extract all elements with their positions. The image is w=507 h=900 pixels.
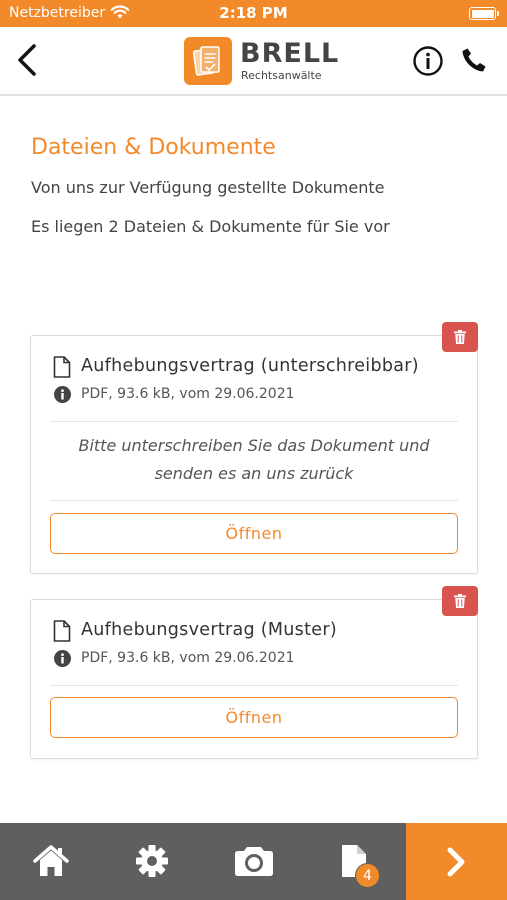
info-icon bbox=[54, 650, 71, 667]
camera-icon bbox=[235, 847, 273, 876]
next-button[interactable] bbox=[406, 823, 507, 900]
divider bbox=[50, 421, 458, 422]
trash-icon bbox=[454, 330, 466, 344]
page-subtitle: Von uns zur Verfügung gestellte Dokument… bbox=[31, 178, 385, 197]
divider bbox=[50, 685, 458, 686]
battery-icon bbox=[469, 7, 496, 20]
document-note: Bitte unterschreiben Sie das Dokument un… bbox=[50, 432, 458, 488]
bottom-tab-bar: 4 bbox=[0, 823, 507, 900]
divider bbox=[50, 500, 458, 501]
document-card: Aufhebungsvertrag (Muster) PDF, 93.6 kB,… bbox=[30, 586, 478, 759]
document-meta: PDF, 93.6 kB, vom 29.06.2021 bbox=[81, 650, 295, 666]
gear-icon bbox=[136, 845, 168, 877]
logo-documents-icon bbox=[192, 46, 220, 76]
tab-home[interactable] bbox=[0, 823, 100, 900]
clock: 2:18 PM bbox=[219, 4, 288, 22]
file-icon bbox=[53, 356, 71, 378]
brand-subtitle: Rechtsanwälte bbox=[241, 69, 322, 82]
chevron-right-icon bbox=[447, 847, 465, 877]
navigation-bar: BRELL Rechtsanwälte bbox=[0, 27, 507, 96]
file-icon bbox=[53, 620, 71, 642]
document-note-line: senden es an uns zurück bbox=[154, 464, 354, 483]
trash-icon bbox=[454, 594, 466, 608]
delete-button[interactable] bbox=[442, 586, 478, 616]
logo-mark bbox=[184, 37, 232, 85]
info-icon bbox=[54, 386, 71, 403]
status-bar: Netzbetreiber 2:18 PM bbox=[0, 0, 507, 27]
home-icon bbox=[33, 845, 69, 876]
document-card: Aufhebungsvertrag (unterschreibbar) PDF,… bbox=[30, 322, 478, 574]
document-title: Aufhebungsvertrag (unterschreibbar) bbox=[81, 356, 419, 376]
document-note-line: Bitte unterschreiben Sie das Dokument un… bbox=[78, 436, 430, 455]
documents-count-badge: 4 bbox=[355, 863, 380, 888]
back-chevron-icon[interactable] bbox=[14, 43, 40, 77]
delete-button[interactable] bbox=[442, 322, 478, 352]
tab-settings[interactable] bbox=[101, 823, 201, 900]
tab-camera[interactable] bbox=[203, 823, 303, 900]
document-meta: PDF, 93.6 kB, vom 29.06.2021 bbox=[81, 386, 295, 402]
open-document-button[interactable]: Öffnen bbox=[50, 513, 458, 554]
info-circle-icon[interactable] bbox=[412, 45, 444, 77]
phone-icon[interactable] bbox=[460, 46, 488, 74]
brand-name: BRELL bbox=[240, 38, 340, 69]
documents-count-text: Es liegen 2 Dateien & Dokumente für Sie … bbox=[31, 217, 390, 236]
page-title: Dateien & Dokumente bbox=[31, 135, 276, 160]
brand-logo: BRELL Rechtsanwälte bbox=[184, 37, 338, 85]
tab-documents[interactable] bbox=[304, 823, 404, 900]
battery-tip bbox=[497, 11, 499, 16]
open-document-button[interactable]: Öffnen bbox=[50, 697, 458, 738]
document-title: Aufhebungsvertrag (Muster) bbox=[81, 620, 337, 640]
